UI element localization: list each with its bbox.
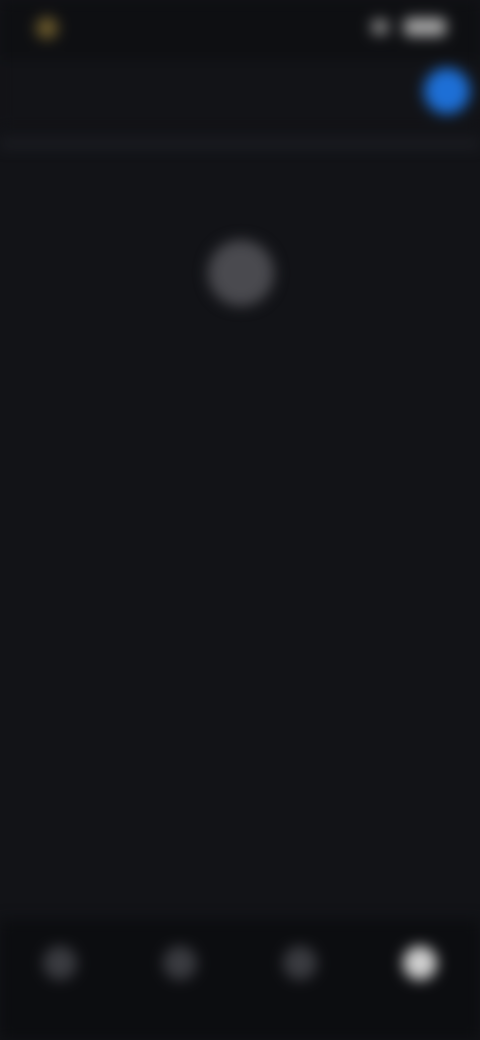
status-left <box>36 17 68 39</box>
status-right <box>372 18 446 36</box>
nav-item-home[interactable] <box>20 946 100 1016</box>
search-icon <box>163 946 197 980</box>
empty-state-icon <box>208 240 274 306</box>
library-icon <box>283 946 317 980</box>
battery-icon <box>404 18 446 36</box>
nav-item-library[interactable] <box>260 946 340 1016</box>
signal-icon <box>372 20 388 34</box>
bottom-nav <box>0 920 480 1040</box>
header-divider <box>0 142 480 146</box>
nav-item-search[interactable] <box>140 946 220 1016</box>
profile-icon <box>403 946 437 980</box>
notification-icon <box>36 17 58 39</box>
header <box>0 60 480 130</box>
status-bar <box>0 0 480 60</box>
app-screen <box>0 0 480 1040</box>
add-button[interactable] <box>424 68 470 114</box>
home-icon <box>43 946 77 980</box>
nav-item-profile[interactable] <box>380 946 460 1016</box>
